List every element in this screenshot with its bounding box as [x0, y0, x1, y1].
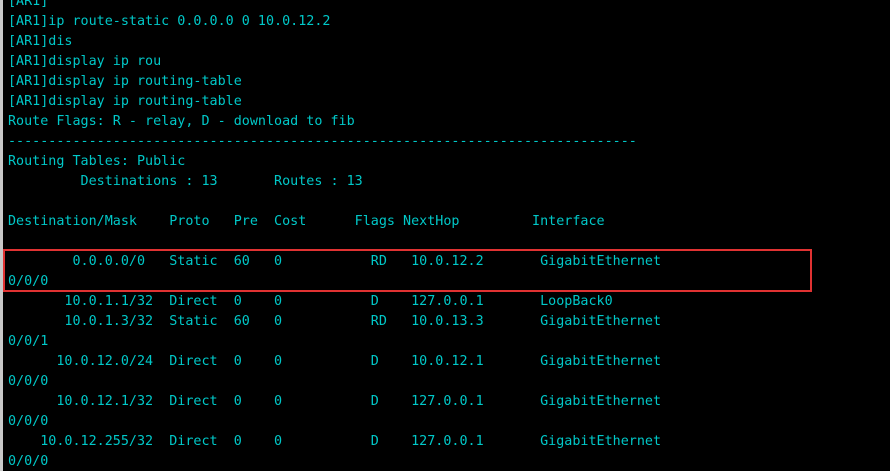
separator-line: ----------------------------------------…: [8, 134, 637, 149]
table-row-wrap: 0/0/0: [8, 454, 49, 469]
terminal-line: [AR1]: [8, 0, 49, 9]
table-row: 10.0.12.1/32 Direct 0 0 D 127.0.0.1 Giga…: [8, 394, 662, 409]
window-left-border: [0, 0, 3, 471]
table-row: 10.0.1.3/32 Static 60 0 RD 10.0.13.3 Gig…: [8, 314, 662, 329]
route-flags-legend: Route Flags: R - relay, D - download to …: [8, 114, 355, 129]
terminal-window[interactable]: [AR1] [AR1]ip route-static 0.0.0.0 0 10.…: [0, 0, 890, 471]
routing-tables-title: Routing Tables: Public: [8, 154, 186, 169]
terminal-line: [AR1]display ip routing-table: [8, 94, 242, 109]
terminal-line: [AR1]dis: [8, 34, 73, 49]
table-row: 10.0.12.255/32 Direct 0 0 D 127.0.0.1 Gi…: [8, 434, 662, 449]
table-row-wrap: 0/0/0: [8, 274, 49, 289]
table-row-wrap: 0/0/0: [8, 414, 49, 429]
destinations-routes-count: Destinations : 13 Routes : 13: [8, 174, 363, 189]
table-row: 10.0.12.0/24 Direct 0 0 D 10.0.12.1 Giga…: [8, 354, 662, 369]
table-row: 10.0.1.1/32 Direct 0 0 D 127.0.0.1 LoopB…: [8, 294, 613, 309]
terminal-line: [AR1]display ip rou: [8, 54, 162, 69]
routing-table-header: Destination/Mask Proto Pre Cost Flags Ne…: [8, 214, 605, 229]
table-row-wrap: 0/0/0: [8, 374, 49, 389]
terminal-line: [AR1]ip route-static 0.0.0.0 0 10.0.12.2: [8, 14, 331, 29]
terminal-output: [AR1] [AR1]ip route-static 0.0.0.0 0 10.…: [8, 0, 661, 471]
table-row-wrap: 0/0/1: [8, 334, 49, 349]
table-row: 0.0.0.0/0 Static 60 0 RD 10.0.12.2 Gigab…: [8, 254, 662, 269]
terminal-line: [AR1]display ip routing-table: [8, 74, 242, 89]
